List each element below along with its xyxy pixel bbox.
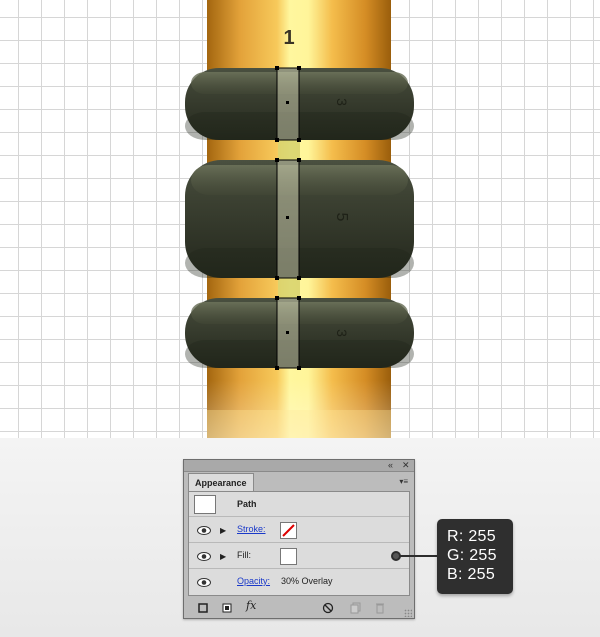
object-row[interactable]: Path bbox=[189, 492, 409, 517]
blue-value: B: 255 bbox=[447, 566, 496, 583]
resize-grip-icon[interactable] bbox=[404, 609, 412, 617]
panel-menu-icon[interactable]: ▾≡ bbox=[399, 477, 408, 486]
color-readout: R: 255 G: 255 B: 255 bbox=[437, 519, 513, 594]
stroke-row[interactable]: ▶ Stroke: bbox=[189, 518, 409, 543]
stroke-swatch[interactable] bbox=[280, 522, 297, 539]
selected-path[interactable] bbox=[275, 66, 301, 370]
artboard-canvas[interactable]: 1 3 5 3 bbox=[0, 0, 600, 438]
stroke-label[interactable]: Stroke: bbox=[237, 524, 266, 534]
opacity-value: 30% Overlay bbox=[281, 576, 333, 586]
duplicate-item-icon[interactable] bbox=[350, 601, 362, 614]
illustration: 1 3 5 3 bbox=[185, 0, 414, 438]
eye-icon[interactable] bbox=[197, 552, 211, 561]
appearance-list: Path ▶ Stroke: ▶ Fill: Opacity: 30% Over… bbox=[188, 491, 410, 596]
callout-connector bbox=[395, 555, 438, 557]
expand-triangle-icon[interactable]: ▶ bbox=[220, 526, 226, 535]
green-value: G: 255 bbox=[447, 547, 497, 564]
eye-icon[interactable] bbox=[197, 526, 211, 535]
band-middle-label: 5 bbox=[333, 213, 350, 222]
no-stroke-icon bbox=[282, 524, 295, 537]
collapse-icon[interactable]: « bbox=[388, 459, 393, 471]
panel-footer: fx bbox=[184, 597, 414, 619]
add-new-fill-icon[interactable] bbox=[221, 601, 233, 613]
eye-icon[interactable] bbox=[197, 578, 211, 587]
opacity-row[interactable]: Opacity: 30% Overlay bbox=[189, 570, 409, 595]
band-bottom-label: 3 bbox=[334, 329, 350, 337]
close-icon[interactable]: ✕ bbox=[402, 459, 410, 471]
opacity-label[interactable]: Opacity: bbox=[237, 576, 270, 586]
fill-label: Fill: bbox=[237, 550, 251, 560]
add-new-stroke-icon[interactable] bbox=[197, 601, 209, 613]
panel-title-bar[interactable]: « ✕ bbox=[184, 460, 414, 472]
red-value: R: 255 bbox=[447, 528, 496, 545]
add-effect-icon[interactable]: fx bbox=[246, 599, 256, 612]
fill-row[interactable]: ▶ Fill: bbox=[189, 544, 409, 569]
callout-dot bbox=[391, 551, 401, 561]
fill-swatch[interactable] bbox=[280, 548, 297, 565]
expand-triangle-icon[interactable]: ▶ bbox=[220, 552, 226, 561]
clear-appearance-icon[interactable] bbox=[322, 601, 334, 614]
delete-item-icon[interactable] bbox=[374, 601, 386, 614]
appearance-panel: « ✕ Appearance ▾≡ Path ▶ Stroke: ▶ Fill:… bbox=[183, 459, 415, 619]
tube-number-label: 1 bbox=[283, 27, 294, 49]
band-top-label: 3 bbox=[334, 98, 350, 106]
object-thumbnail bbox=[194, 495, 216, 514]
tab-appearance[interactable]: Appearance bbox=[188, 473, 254, 491]
object-type-label: Path bbox=[237, 499, 257, 509]
